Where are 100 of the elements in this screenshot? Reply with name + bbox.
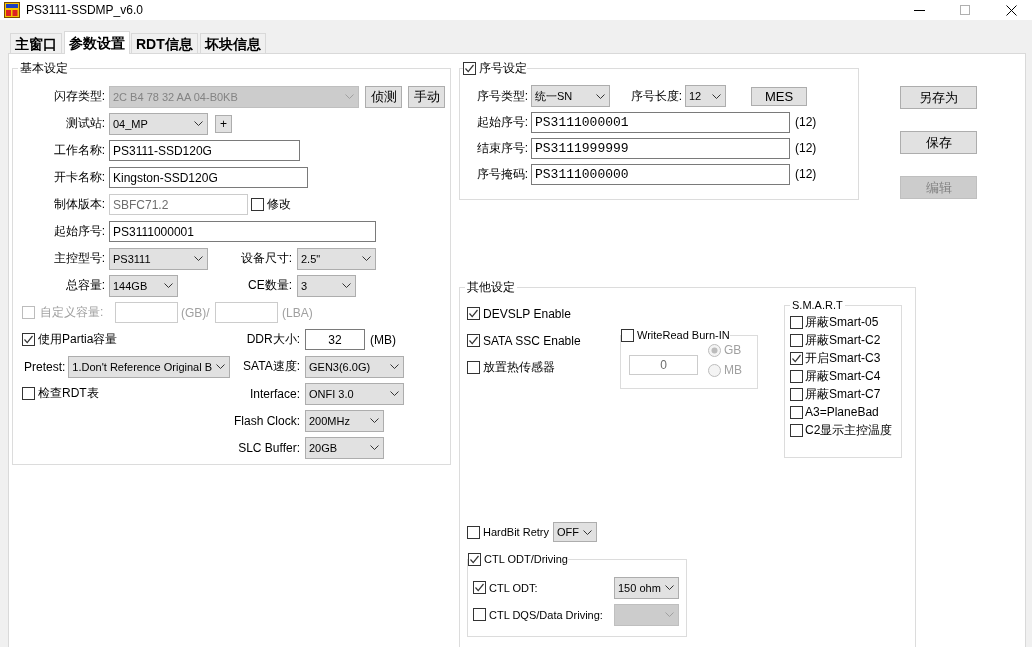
text-field[interactable]: Kingston-SSD120G [109,167,308,188]
add-button[interactable]: + [215,114,232,133]
close-icon[interactable] [1006,4,1017,16]
text-field[interactable]: PS3111999999 [531,137,790,159]
dropdown[interactable]: 统一SN [531,85,610,107]
dropdown[interactable]: GEN3(6.0G) [305,355,404,378]
checkbox[interactable] [467,525,480,539]
dropdown[interactable]: 04_MP [109,112,208,135]
checkbox[interactable] [790,387,803,401]
dropdown[interactable]: PS3111 [109,247,208,270]
detect-button[interactable]: 侦测 [365,85,402,108]
chevron-down-icon [370,445,379,450]
checkbox[interactable] [790,315,803,329]
text-field[interactable]: PS3111000000 [531,163,790,185]
length-label: (12) [795,141,817,155]
field-label: 序号类型: [476,87,528,105]
radio-button[interactable] [708,343,721,357]
text-field[interactable]: PS3111-SSD120G [109,140,300,161]
dropdown[interactable]: 12 [685,85,726,107]
length-label: (12) [795,167,817,181]
checkbox-label[interactable]: HardBit Retry [483,526,550,538]
field-label: 工作名称: [52,142,105,159]
checkbox-label[interactable]: 使用Partia容量 [38,331,118,348]
field-label: 测试站: [64,115,105,132]
checkbox[interactable] [463,61,476,75]
checkbox-label[interactable]: DEVSLP Enable [483,306,571,321]
text-field[interactable]: 32 [305,329,365,350]
group-title[interactable]: 序号设定 [479,61,527,75]
checkbox-label[interactable]: 修改 [267,196,291,213]
chevron-down-icon [342,283,351,288]
chevron-down-icon [216,364,226,369]
chevron-down-icon [345,94,354,99]
checkbox-label[interactable]: 放置热传感器 [483,359,555,376]
checkbox-label[interactable]: C2显示主控温度 [805,421,893,439]
field-label: DDR大小: [245,331,300,348]
checkbox[interactable] [22,387,35,400]
chevron-down-icon [596,93,605,99]
checkbox-label[interactable]: CTL ODT/Driving [484,552,568,566]
dropdown[interactable]: 20GB [305,436,384,459]
dropdown[interactable]: 3 [297,274,356,297]
checkbox[interactable] [790,405,803,419]
checkbox[interactable] [790,333,803,347]
checkbox-label[interactable]: 屏蔽Smart-C4 [805,367,881,385]
checkbox[interactable] [621,328,634,342]
length-label: (12) [795,115,817,129]
tab[interactable]: 主窗口 [10,33,62,53]
field-label: 起始序号: [476,113,528,131]
checkbox[interactable] [467,307,480,320]
action-button[interactable]: 保存 [900,131,977,154]
checkbox-label[interactable]: 屏蔽Smart-C7 [805,385,881,403]
manual-button[interactable]: 手动 [408,85,445,108]
chevron-down-icon [194,121,203,126]
mes-button[interactable]: MES [751,86,807,106]
checkbox-label[interactable]: 开启Smart-C3 [805,349,881,367]
dropdown[interactable]: 144GB [109,274,178,297]
group-title: 基本设定 [20,61,68,75]
checkbox-label[interactable]: WriteRead Burn-IN [637,328,730,342]
chevron-down-icon [362,256,371,261]
input-field[interactable] [215,302,278,323]
checkbox-label[interactable]: A3=PlaneBad [805,405,879,419]
field-label: 起始序号: [52,223,105,240]
checkbox-label[interactable]: 屏蔽Smart-05 [805,313,879,331]
checkbox[interactable] [790,351,803,365]
field-label: Flash Clock: [232,413,300,428]
radio-button[interactable] [708,363,721,377]
dropdown[interactable]: 200MHz [305,409,384,432]
checkbox-label[interactable]: SATA SSC Enable [483,333,581,348]
action-button[interactable]: 另存为 [900,86,977,109]
checkbox[interactable] [22,333,35,346]
tab[interactable]: 坏块信息 [199,33,266,53]
minimize-icon[interactable] [914,9,925,11]
chevron-down-icon [164,283,173,288]
tab[interactable]: 参数设置 [64,31,130,54]
field-label: 结束序号: [476,139,528,157]
chevron-down-icon [370,418,379,423]
checkbox[interactable] [790,369,803,383]
tab[interactable]: RDT信息 [131,33,198,53]
checkbox[interactable] [467,334,480,347]
dropdown[interactable]: OFF [553,522,598,542]
checkbox-label[interactable]: 检查RDT表 [38,385,99,402]
checkbox[interactable] [790,423,803,437]
text-field[interactable]: PS3111000001 [109,221,376,242]
app-icon [4,2,20,18]
text-field[interactable]: 0 [629,355,698,375]
field-label: 设备尺寸: [239,250,292,267]
dropdown[interactable]: 150 ohm [614,576,679,599]
field-label: 闪存类型: [52,88,105,105]
checkbox-label[interactable]: 屏蔽Smart-C2 [805,331,881,349]
checkbox[interactable] [251,198,264,211]
chevron-down-icon [665,612,674,617]
checkbox[interactable] [467,361,480,374]
chevron-down-icon [390,391,399,396]
dropdown[interactable]: 1.Don't Reference Original B [68,355,231,378]
checkbox[interactable] [473,581,486,594]
dropdown[interactable]: ONFI 3.0 [305,382,404,405]
checkbox[interactable] [468,552,481,566]
text-field[interactable]: PS3111000001 [531,111,790,133]
dropdown[interactable]: 2.5" [297,247,376,270]
input-field[interactable] [115,302,178,323]
checkbox-label[interactable]: CTL ODT: [489,581,538,594]
